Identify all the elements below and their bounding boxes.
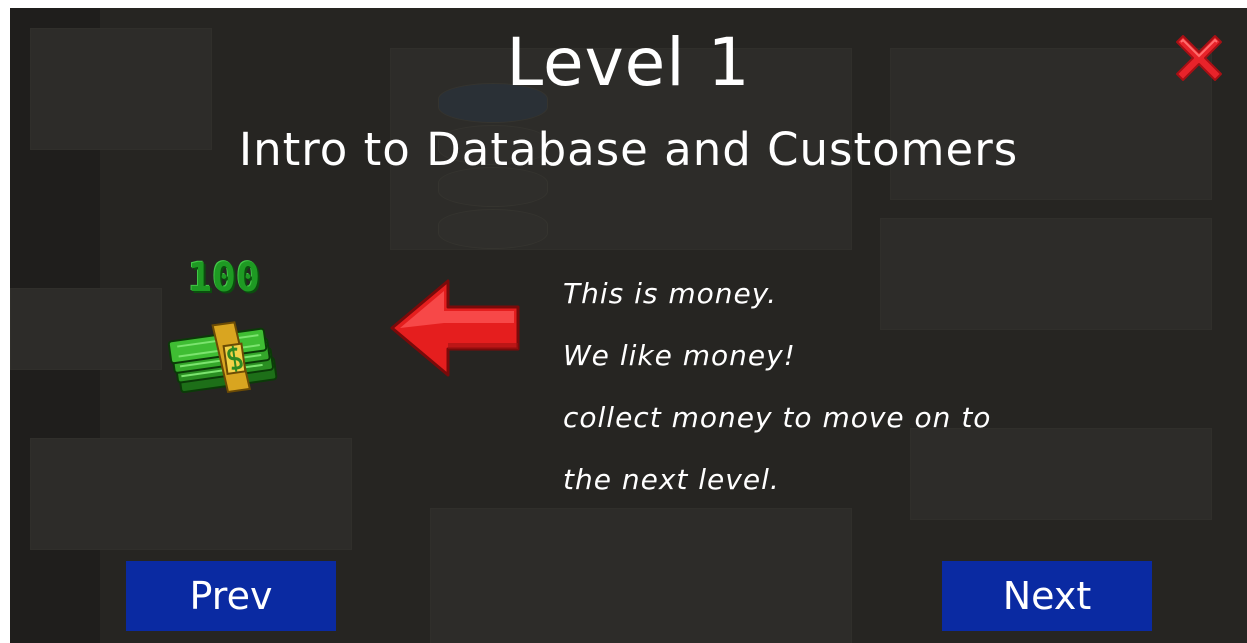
money-counter: 100 [165, 256, 295, 406]
tutorial-line: the next level. [563, 463, 780, 496]
cash-stack-icon [167, 321, 278, 394]
close-button[interactable] [1169, 28, 1229, 88]
level-subtitle: Intro to Database and Customers [238, 123, 1019, 176]
close-x-icon [1176, 35, 1222, 81]
left-arrow-icon [390, 279, 520, 377]
prev-button[interactable]: Prev [126, 561, 336, 631]
tutorial-line: collect money to move on to [563, 401, 992, 434]
game-screen: Level 1 Intro to Database and Customers … [10, 8, 1247, 643]
tutorial-message: This is money. We like money! collect mo… [563, 263, 1203, 511]
next-button[interactable]: Next [942, 561, 1152, 631]
money-amount: 100 [187, 255, 261, 301]
level-title: Level 1 [506, 24, 751, 101]
tutorial-line: We like money! [563, 339, 796, 372]
tutorial-line: This is money. [563, 277, 778, 310]
